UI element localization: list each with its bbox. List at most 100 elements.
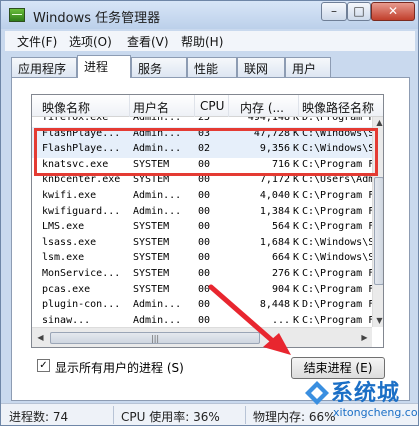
table-row[interactable]: sinaw... Admin... 00... K C:\Program F: [32, 314, 372, 327]
cell-memory: 1,384: [259, 205, 290, 217]
tab-services[interactable]: 服务: [131, 57, 187, 77]
table-row[interactable]: kwifi.exe Admin... 00 4,040 K C:\Program F: [32, 189, 372, 205]
tab-networking[interactable]: 联网: [237, 57, 285, 77]
cell-image-name: lsass.exe: [42, 236, 97, 248]
cell-user: SYSTEM: [133, 236, 170, 248]
table-row[interactable]: pcas.exe SYSTEM 00 904 K C:\Program F: [32, 283, 372, 299]
cell-user: SYSTEM: [133, 252, 170, 264]
title-bar: Windows 任务管理器 – □ ✕: [1, 1, 418, 29]
cell-user: Admin...: [133, 205, 182, 217]
cell-memory: 8,448: [259, 299, 290, 311]
table-row[interactable]: firefox.exe Admin... 25 494,148 K D:\Program …: [32, 117, 372, 127]
column-memory[interactable]: 内存 (...: [240, 99, 284, 116]
cell-image-name: firefox.exe: [42, 117, 109, 123]
table-row[interactable]: MonService... SYSTEM 00 276 K C:\Program F: [32, 267, 372, 283]
scroll-down-icon[interactable]: ▼: [373, 315, 383, 327]
cell-cpu: 00: [198, 299, 211, 311]
column-cpu[interactable]: CPU: [200, 99, 224, 113]
cell-cpu: 00: [198, 174, 211, 186]
cell-image-path: C:\Program F: [302, 221, 372, 233]
watermark-logo-icon: [305, 381, 329, 405]
cell-image-path: C:\Program F: [302, 314, 372, 326]
table-row[interactable]: plugin-con... Admin... 00 8,448 K D:\Program …: [32, 298, 372, 314]
flashplayer-highlight-box: [34, 128, 378, 176]
table-header: 映像名称 用户名 CPU 内存 (... 映像路径名称: [32, 95, 383, 117]
cell-memory: 494,148: [247, 117, 290, 123]
cell-image-name: kwifi.exe: [42, 190, 97, 201]
cell-cpu: 00: [198, 221, 211, 233]
watermark-url: xitongcheng.com: [333, 406, 419, 419]
tab-performance[interactable]: 性能: [187, 57, 237, 77]
menu-options[interactable]: 选项(O): [69, 33, 112, 50]
grip-icon: |||: [151, 334, 160, 343]
tab-applications[interactable]: 应用程序: [11, 57, 77, 77]
menu-file[interactable]: 文件(F): [17, 33, 57, 50]
horizontal-scroll-thumb[interactable]: |||: [50, 332, 260, 344]
column-user[interactable]: 用户名: [133, 99, 169, 116]
cell-memory: 1,684: [259, 236, 290, 248]
column-image-name[interactable]: 映像名称: [42, 99, 90, 116]
status-divider: [113, 406, 114, 424]
maximize-button[interactable]: □: [347, 2, 371, 21]
cell-image-name: MonService...: [42, 268, 121, 279]
menu-help[interactable]: 帮助(H): [181, 33, 223, 50]
vertical-scroll-thumb[interactable]: [374, 177, 383, 285]
cell-cpu: 00: [198, 205, 211, 217]
status-divider: [245, 406, 246, 424]
cell-user: Admin...: [133, 190, 182, 201]
cell-image-path: C:\Program F: [302, 205, 372, 217]
table-row[interactable]: kwifiguard... Admin... 00 1,384 K C:\Program …: [32, 205, 372, 221]
cell-memory: 664: [271, 252, 290, 264]
cell-image-path: C:\Program F: [302, 283, 372, 295]
scroll-left-icon[interactable]: ◀: [34, 332, 47, 344]
cell-memory: 564: [271, 221, 290, 233]
cell-cpu: 00: [198, 190, 211, 201]
cell-image-path: C:\Windows\S: [302, 236, 372, 248]
cell-user: Admin...: [133, 117, 182, 123]
cell-user: Admin...: [133, 299, 182, 311]
cell-memory: 4,040: [259, 190, 290, 201]
task-manager-icon: [9, 8, 25, 22]
cell-memory: 276: [271, 268, 290, 279]
cell-image-path: D:\Program F: [302, 117, 372, 123]
tab-users[interactable]: 用户: [285, 57, 331, 77]
cell-user: SYSTEM: [133, 174, 170, 186]
cell-image-name: sinaw...: [42, 314, 91, 326]
column-divider[interactable]: [298, 95, 299, 117]
column-divider[interactable]: [228, 95, 229, 117]
task-manager-window: Windows 任务管理器 – □ ✕ 文件(F) 选项(O) 查看(V) 帮助…: [0, 0, 419, 426]
cell-image-name: lsm.exe: [42, 252, 85, 264]
cell-image-path: D:\Program F: [302, 299, 372, 311]
cell-cpu: 25: [198, 117, 211, 123]
close-button[interactable]: ✕: [371, 2, 415, 21]
column-divider[interactable]: [129, 95, 130, 117]
cell-user: SYSTEM: [133, 283, 170, 295]
scroll-right-icon[interactable]: ▶: [358, 332, 371, 344]
table-row[interactable]: LMS.exe SYSTEM 00 564 K C:\Program F: [32, 220, 372, 236]
table-row[interactable]: lsass.exe SYSTEM 00 1,684 K C:\Windows\S: [32, 236, 372, 252]
cell-image-name: knbcenter.exe: [42, 174, 121, 186]
cell-cpu: 00: [198, 314, 211, 326]
cell-cpu: 00: [198, 268, 211, 279]
horizontal-scrollbar[interactable]: ◀ ||| ▶: [32, 327, 372, 347]
cell-user: Admin...: [133, 314, 182, 326]
cell-cpu: 00: [198, 283, 211, 295]
minimize-button[interactable]: –: [321, 2, 347, 21]
tab-processes[interactable]: 进程: [77, 55, 131, 78]
cpu-usage: CPU 使用率: 36%: [121, 410, 220, 424]
menu-view[interactable]: 查看(V): [127, 33, 169, 50]
cell-image-name: plugin-con...: [42, 299, 121, 311]
table-row[interactable]: lsm.exe SYSTEM 00 664 K C:\Windows\S: [32, 251, 372, 267]
cell-memory: 904: [271, 283, 290, 295]
cell-memory: ...: [271, 314, 290, 326]
cell-image-name: kwifiguard...: [42, 205, 121, 217]
show-all-users-label[interactable]: 显示所有用户的进程 (S): [55, 359, 184, 376]
column-divider[interactable]: [194, 95, 195, 117]
show-all-users-checkbox[interactable]: ✓: [37, 359, 50, 372]
cell-image-path: C:\Program F: [302, 190, 372, 201]
menu-bar: 文件(F) 选项(O) 查看(V) 帮助(H): [5, 31, 415, 51]
cell-user: SYSTEM: [133, 268, 170, 279]
cell-image-name: pcas.exe: [42, 283, 91, 295]
cell-cpu: 00: [198, 236, 211, 248]
column-image-path[interactable]: 映像路径名称: [302, 99, 374, 116]
